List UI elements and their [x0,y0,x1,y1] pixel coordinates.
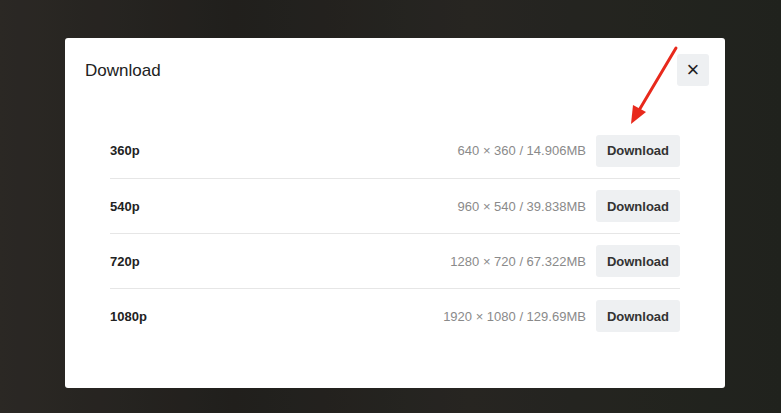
quality-list: 360p 640 × 360 / 14.906MB Download 540p 960 … [110,123,680,343]
download-button[interactable]: Download [596,300,680,332]
file-info: 1920 × 1080 / 129.69MB [443,309,586,324]
close-button[interactable]: × [677,54,709,86]
download-button[interactable]: Download [596,190,680,222]
quality-label: 1080p [110,309,147,324]
file-info: 960 × 540 / 39.838MB [458,199,586,214]
dialog-title: Download [85,61,161,81]
quality-row: 720p 1280 × 720 / 67.322MB Download [110,233,680,288]
quality-label: 720p [110,254,140,269]
quality-label: 540p [110,199,140,214]
quality-row: 540p 960 × 540 / 39.838MB Download [110,178,680,233]
annotation-arrow-icon [0,0,781,413]
quality-row: 1080p 1920 × 1080 / 129.69MB Download [110,288,680,343]
dialog-header: Download × [65,38,725,123]
download-button[interactable]: Download [596,135,680,167]
file-info: 1280 × 720 / 67.322MB [450,254,586,269]
download-button[interactable]: Download [596,245,680,277]
quality-label: 360p [110,143,140,158]
quality-row: 360p 640 × 360 / 14.906MB Download [110,123,680,178]
download-dialog: Download × 360p 640 × 360 / 14.906MB Downloa… [65,38,725,388]
file-info: 640 × 360 / 14.906MB [458,143,586,158]
